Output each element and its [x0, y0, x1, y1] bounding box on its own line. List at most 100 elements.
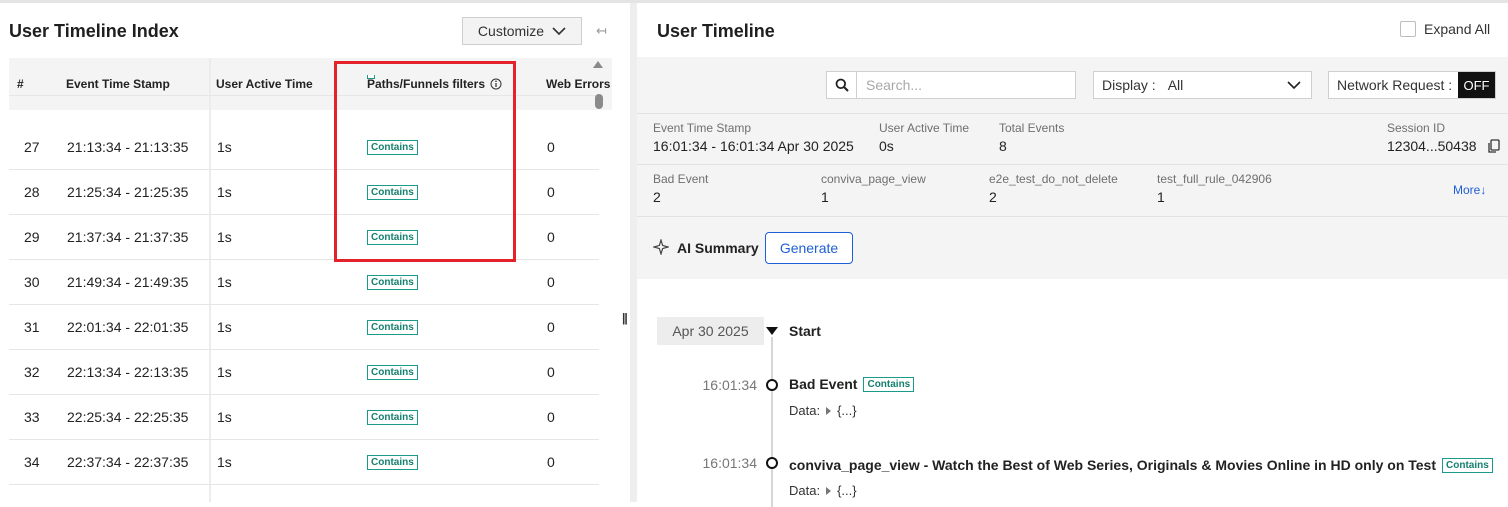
vertical-scrollbar[interactable] [593, 58, 603, 447]
search-input[interactable] [856, 71, 1076, 99]
row-event-time-stamp: 22:13:34 - 22:13:35 [67, 364, 189, 380]
stat-user-active-time: User Active Time 0s [879, 121, 969, 154]
count-value: 2 [653, 189, 661, 205]
row-filter-tag-cell: Contains [367, 260, 418, 304]
event-name: Bad Event [789, 376, 858, 392]
row-event-time-stamp: 22:01:34 - 22:01:35 [67, 319, 189, 335]
table-row[interactable]: 32 22:13:34 - 22:13:35 1s Contains 0 [9, 350, 599, 395]
row-web-errors: 0 [547, 274, 555, 290]
stat-value: 12304...50438 [1387, 138, 1477, 154]
event-data-row[interactable]: Data: {...} [789, 483, 857, 498]
count-label: conviva_page_view [821, 172, 926, 186]
row-event-time-stamp-cell: 22:25:34 - 22:25:35 [67, 395, 188, 439]
contains-badge: Contains [367, 274, 418, 290]
data-value: {...} [837, 483, 857, 498]
count-value: 2 [989, 189, 997, 205]
row-web-errors-cell: 0 [547, 395, 555, 439]
stat-label: Session ID [1387, 121, 1446, 135]
row-event-time-stamp-cell: 22:01:34 - 22:01:35 [67, 305, 188, 349]
drag-handle-icon[interactable]: || [622, 311, 628, 325]
row-user-active-time: 1s [217, 364, 232, 380]
search-button[interactable] [826, 71, 857, 99]
table-row[interactable]: 34 22:37:34 - 22:37:35 1s Contains 0 [9, 440, 599, 485]
event-dot-icon [766, 457, 778, 469]
row-web-errors: 0 [547, 319, 555, 335]
row-number-cell: 29 [24, 215, 40, 259]
timeline-toolbar: Display : All Network Request : OFF [637, 57, 1508, 113]
data-label: Data: [789, 483, 821, 498]
count-label: Bad Event [653, 172, 709, 186]
row-user-active-time: 1s [217, 319, 232, 335]
event-time: 16:01:34 [702, 377, 758, 393]
row-number-cell: 32 [24, 350, 40, 394]
event-title[interactable]: conviva_page_view - Watch the Best of We… [789, 457, 1493, 473]
network-request-toggle[interactable]: Network Request : OFF [1328, 71, 1496, 99]
display-label: Display : [1102, 77, 1156, 93]
row-filter-tag-cell: Contains [367, 350, 418, 394]
row-number-cell: 30 [24, 260, 40, 304]
stat-label: Total Events [999, 121, 1065, 135]
row-filter-tag-cell: Contains [367, 440, 418, 484]
table-row-partial [9, 485, 599, 502]
caret-right-icon[interactable] [826, 406, 832, 415]
event-data-row[interactable]: Data: {...} [789, 403, 857, 418]
expand-all-checkbox[interactable] [1400, 21, 1416, 37]
row-event-time-stamp-cell: 21:25:34 - 21:25:35 [67, 170, 188, 214]
customize-button[interactable]: Customize [462, 17, 582, 45]
expand-all-control[interactable]: Expand All [1400, 21, 1490, 37]
row-event-time-stamp: 22:37:34 - 22:37:35 [67, 454, 189, 470]
sparkle-icon [653, 239, 669, 255]
count-conviva-page-view: conviva_page_view 1 [821, 172, 926, 205]
row-user-active-time-cell: 1s [217, 350, 232, 394]
row-user-active-time: 1s [217, 139, 232, 155]
caret-down-icon[interactable] [766, 327, 778, 335]
row-web-errors-cell: 0 [547, 260, 555, 304]
row-filter-tag-cell: Contains [367, 305, 418, 349]
count-test-full-rule: test_full_rule_042906 1 [1157, 172, 1272, 205]
row-number: 34 [24, 454, 40, 470]
table-row[interactable]: 30 21:49:34 - 21:49:35 1s Contains 0 [9, 260, 599, 305]
row-event-time-stamp: 21:25:34 - 21:25:35 [67, 184, 189, 200]
row-event-time-stamp: 22:25:34 - 22:25:35 [67, 409, 189, 425]
contains-badge: Contains [367, 364, 418, 380]
row-filter-tag-cell: Contains [367, 395, 418, 439]
row-event-time-stamp: 21:37:34 - 21:37:35 [67, 229, 189, 245]
event-time: 16:01:34 [702, 455, 758, 471]
network-request-state[interactable]: OFF [1458, 72, 1495, 98]
row-number: 33 [24, 409, 40, 425]
row-web-errors-cell: 0 [547, 350, 555, 394]
stat-value: 16:01:34 - 16:01:34 Apr 30 2025 [653, 138, 854, 154]
row-web-errors: 0 [547, 184, 555, 200]
table-row[interactable]: 31 22:01:34 - 22:01:35 1s Contains 0 [9, 305, 599, 350]
row-event-time-stamp-cell: 21:49:34 - 21:49:35 [67, 260, 188, 304]
count-value: 1 [1157, 189, 1165, 205]
event-title[interactable]: Bad Event Contains [789, 376, 915, 392]
collapse-panel-icon[interactable]: ↤ [596, 23, 607, 39]
row-user-active-time: 1s [217, 454, 232, 470]
network-request-label: Network Request : [1337, 77, 1453, 93]
row-number-cell: 34 [24, 440, 40, 484]
session-summary: Event Time Stamp 16:01:34 - 16:01:34 Apr… [637, 113, 1508, 217]
row-number-cell: 31 [24, 305, 40, 349]
caret-right-icon[interactable] [826, 486, 832, 495]
row-user-active-time-cell: 1s [217, 395, 232, 439]
contains-badge: Contains [367, 454, 418, 470]
scroll-up-arrow-icon[interactable] [593, 61, 603, 68]
row-event-time-stamp-cell: 21:37:34 - 21:37:35 [67, 215, 188, 259]
display-select[interactable]: Display : All [1093, 71, 1312, 99]
timeline-index-table: # Event Time Stamp User Active Time Path… [9, 58, 612, 502]
count-bad-event: Bad Event 2 [653, 172, 708, 205]
generate-button[interactable]: Generate [765, 232, 853, 264]
panel-title: User Timeline Index [9, 21, 179, 41]
stat-value: 8 [999, 138, 1007, 154]
event-name: conviva_page_view - Watch the Best of We… [789, 457, 1437, 473]
scrollbar-thumb[interactable] [595, 94, 603, 109]
table-row[interactable]: 33 22:25:34 - 22:25:35 1s Contains 0 [9, 395, 599, 440]
copy-icon[interactable] [1488, 139, 1500, 153]
timeline-start-label: Start [789, 323, 821, 339]
event-dot-icon [766, 379, 778, 391]
stat-label: User Active Time [879, 121, 970, 135]
more-link[interactable]: More↓ [1453, 183, 1486, 197]
contains-badge: Contains [1442, 457, 1493, 473]
panel-splitter[interactable] [630, 3, 637, 502]
